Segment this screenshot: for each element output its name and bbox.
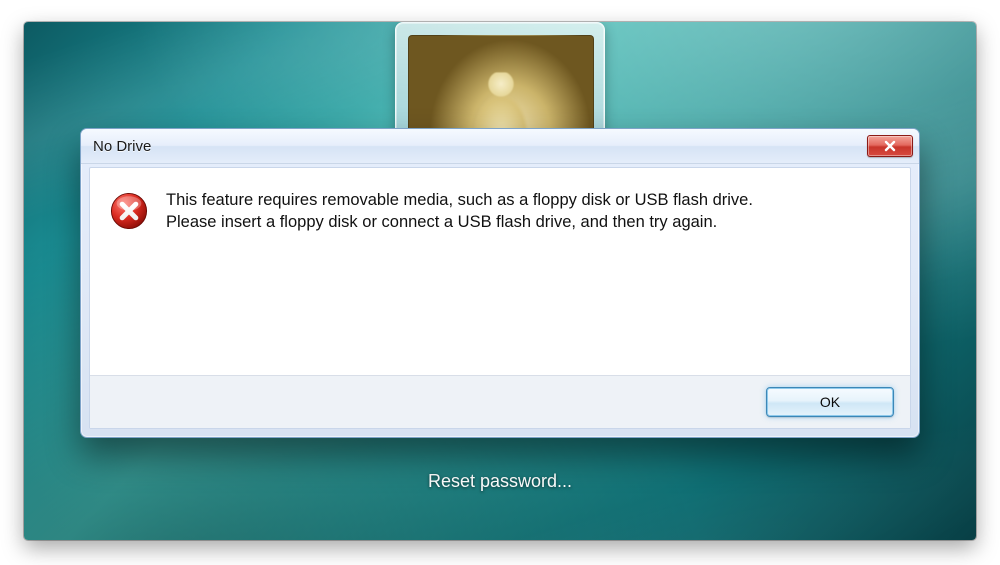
close-icon — [883, 140, 897, 152]
dialog-message: This feature requires removable media, s… — [166, 190, 806, 234]
reset-password-link[interactable]: Reset password... — [24, 471, 976, 492]
dialog-client-area: This feature requires removable media, s… — [89, 167, 911, 429]
login-screen: Reset password... No Drive — [24, 22, 976, 540]
error-icon — [110, 192, 148, 230]
dialog-title: No Drive — [93, 138, 867, 155]
error-dialog: No Drive — [80, 128, 920, 438]
dialog-body: This feature requires removable media, s… — [90, 168, 910, 375]
ok-button[interactable]: OK — [766, 387, 894, 417]
close-button[interactable] — [867, 135, 913, 157]
dialog-footer: OK — [90, 375, 910, 428]
dialog-titlebar[interactable]: No Drive — [81, 129, 919, 164]
